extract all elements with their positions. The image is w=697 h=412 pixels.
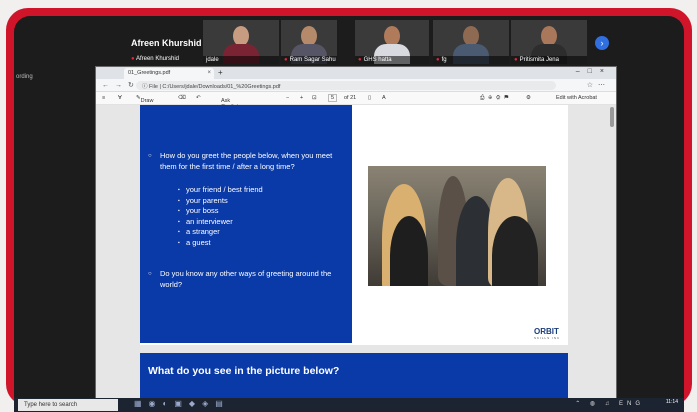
tab-title: 01_Greetings.pdf — [128, 70, 171, 76]
taskbar-search-input[interactable]: Type here to search — [18, 399, 118, 411]
page-total: of 21 — [344, 95, 357, 101]
chevron-right-icon: › — [600, 38, 604, 48]
system-tray[interactable]: ⌃ ◍ ♫ ENG — [575, 400, 644, 407]
list-item: an interviewer — [178, 217, 263, 228]
window-controls[interactable]: –□× — [576, 68, 612, 75]
list-item: your friend / best friend — [178, 185, 263, 196]
read-aloud-icon[interactable]: A — [382, 95, 386, 101]
tab-bar: 01_Greetings.pdf × + –□× — [96, 67, 616, 79]
side-label: ording — [16, 74, 33, 80]
eraser-icon[interactable]: ⌫ — [178, 95, 186, 101]
participant-name: GHS hatta — [363, 57, 392, 63]
participant-name: ● Afreen Khurshid — [131, 56, 179, 62]
participant-tile[interactable]: ● fg — [433, 20, 509, 64]
avatar — [384, 26, 400, 46]
presenter-name: Afreen Khurshid — [131, 38, 202, 48]
nav-buttons[interactable]: ←→↻ — [102, 81, 140, 89]
participant-name: fg — [441, 57, 447, 63]
question-2: ○ Do you know any other ways of greeting… — [148, 269, 332, 289]
list-icon[interactable]: ≡ — [102, 95, 105, 101]
scrollbar[interactable] — [610, 107, 614, 127]
edit-with-acrobat-button[interactable]: Edit with Acrobat — [556, 95, 597, 101]
new-tab-button[interactable]: + — [218, 68, 223, 77]
mic-muted-icon: ● — [514, 57, 518, 63]
pdf-page: ○ How do you greet the people below, whe… — [140, 105, 568, 345]
slide-question-panel: ○ How do you greet the people below, whe… — [140, 105, 352, 343]
zoom-in-button[interactable]: + — [300, 95, 303, 101]
avatar — [233, 26, 249, 46]
participant-tile[interactable]: jdale — [203, 20, 279, 64]
participant-tile[interactable]: ● Pritismita Jena — [511, 20, 587, 64]
pdf-toolbar: ≡ ∀ ✎ Draw ⌫ ↶ Ask Copilot − + ⊡ 5 of 21… — [96, 92, 616, 110]
participant-name: Ram Sagar Sahu — [289, 57, 336, 63]
participant-tile[interactable]: ● Ram Sagar Sahu — [281, 20, 337, 64]
participant-tile[interactable]: ● GHS hatta — [355, 20, 429, 64]
address-bar: ←→↻ ⓘ File | C:/Users/jdale/Downloads/01… — [96, 79, 616, 92]
greeting-list: your friend / best friend your parents y… — [178, 185, 263, 248]
participant-name: jdale — [206, 57, 219, 63]
taskbar: Type here to search ▦◉◐▣◆◈▤ ⌃ ◍ ♫ ENG 11… — [14, 398, 684, 412]
circle-bullet-icon: ○ — [148, 153, 152, 159]
mic-muted-icon: ● — [284, 57, 288, 63]
greeting-photo — [368, 166, 546, 286]
taskbar-app-icons[interactable]: ▦◉◐▣◆◈▤ — [134, 399, 230, 408]
participant-strip: Afreen Khurshid jdale ● Ram Sagar Sahu ● G… — [14, 16, 684, 66]
avatar — [463, 26, 479, 46]
mic-muted-icon: ● — [358, 57, 362, 63]
tab-pdf[interactable]: 01_Greetings.pdf × — [124, 68, 214, 79]
participant-name: Pritismita Jena — [519, 57, 559, 63]
question-1: ○ How do you greet the people below, whe… — [148, 151, 333, 171]
mic-muted-icon: ● — [131, 56, 135, 62]
clock[interactable]: 11:14 — [666, 399, 678, 405]
draw-button[interactable]: ✎ Draw — [136, 95, 153, 104]
list-item: your boss — [178, 206, 263, 217]
pdf-page-next: What do you see in the picture below? — [140, 353, 568, 401]
browser-window: 01_Greetings.pdf × + –□× ←→↻ ⓘ File | C:… — [95, 66, 617, 402]
rotate-icon[interactable]: ↶ — [196, 95, 201, 101]
browser-actions[interactable]: ☆⋯ — [587, 81, 610, 89]
list-item: a guest — [178, 238, 263, 249]
list-item: your parents — [178, 196, 263, 207]
avatar — [541, 26, 557, 46]
avatar — [301, 26, 317, 46]
next-participants-button[interactable]: › — [595, 36, 609, 50]
file-icon: ⓘ — [142, 84, 148, 90]
fit-page-icon[interactable]: ⊡ — [312, 95, 317, 101]
mic-muted-icon: ● — [436, 57, 440, 63]
pdf-viewport[interactable]: ○ How do you greet the people below, whe… — [96, 105, 616, 401]
settings-icon[interactable]: ⚙ — [526, 95, 531, 101]
page-number-input[interactable]: 5 — [328, 94, 338, 102]
pdf-actions[interactable]: ⎙⊕⚙⚑ — [480, 95, 512, 102]
filter-icon[interactable]: ∀ — [118, 95, 122, 101]
list-item: a stranger — [178, 227, 263, 238]
orbit-logo: ORBIT SKILLS INC — [534, 327, 561, 340]
url-input[interactable]: ⓘ File | C:/Users/jdale/Downloads/01_%20… — [136, 81, 556, 90]
circle-bullet-icon: ○ — [148, 271, 152, 277]
zoom-out-button[interactable]: − — [286, 95, 289, 101]
meeting-screen: Afreen Khurshid jdale ● Ram Sagar Sahu ● G… — [14, 16, 684, 406]
slide-heading: What do you see in the picture below? — [148, 365, 340, 377]
close-icon[interactable]: × — [207, 70, 211, 76]
page-view-icon[interactable]: ▯ — [368, 95, 371, 101]
